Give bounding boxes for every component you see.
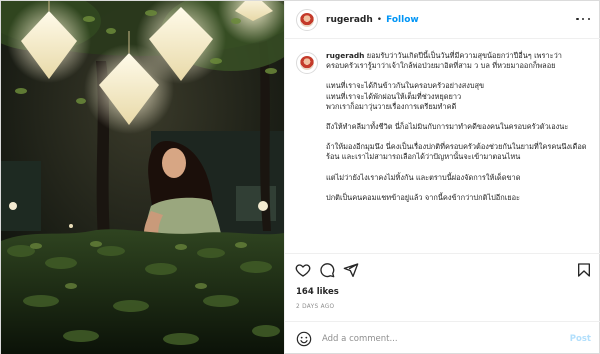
avatar-image [300,12,314,27]
like-count[interactable]: 164 likes [296,287,339,297]
avatar-image [300,56,314,70]
more-options-icon[interactable] [576,13,590,25]
header-username[interactable]: rugeradh [326,15,373,25]
caption-paragraph: ปกติเป็นคนคอมแชทข้าอยู่แล้ว จากนี้คงข้าก… [326,192,520,202]
post-date[interactable]: 2 DAYS AGO [296,304,334,310]
smiley-icon[interactable] [296,331,312,347]
caption-paragraph: rugeradh ยอมรับว่าวันเกิดปีนี้เป็นวันที่… [326,51,592,71]
caption-paragraph: แต่ไม่ว่ายังไงเราคงไม่ทิ้งกัน และตราบนี้… [326,172,521,182]
caption: rugeradh ยอมรับว่าวันเกิดปีนี้เป็นวันที่… [285,40,600,252]
caption-body: rugeradh ยอมรับว่าวันเกิดปีนี้เป็นวันที่… [326,51,592,252]
caption-avatar[interactable] [296,52,318,74]
caption-username[interactable]: rugeradh [326,51,364,60]
action-icons [295,262,592,280]
heart-icon[interactable] [295,262,311,278]
comment-input[interactable] [322,328,564,349]
follow-button[interactable]: Follow [386,15,419,25]
instagram-post: rugeradh • Follow rugeradh ยอมรับว่าวันเ… [0,0,600,354]
comment-bar: Post [285,321,600,354]
avatar[interactable] [296,8,318,31]
post-photo[interactable] [1,1,284,354]
post-comment-button[interactable]: Post [570,334,591,344]
caption-paragraph: ถึงให้ทำคลีมาทั้งชีวิต นี่ก็อไม่มินกับกา… [326,122,569,132]
caption-paragraph: แทนที่เราจะได้กินข้าวกันในครอบครัวอย่างส… [326,81,485,111]
night-garden-photo [1,1,284,354]
header-separator: • [376,14,383,25]
caption-paragraph: ถ้าให้มองอีกมุมนึง นี่คงเป็นเรื่องปกติที… [326,142,587,162]
paper-plane-icon[interactable] [343,262,359,278]
bookmark-icon[interactable] [576,262,592,278]
comment-bubble-icon[interactable] [319,262,335,278]
post-header: rugeradh • Follow [285,1,600,39]
post-sidebar: rugeradh • Follow rugeradh ยอมรับว่าวันเ… [284,1,600,354]
